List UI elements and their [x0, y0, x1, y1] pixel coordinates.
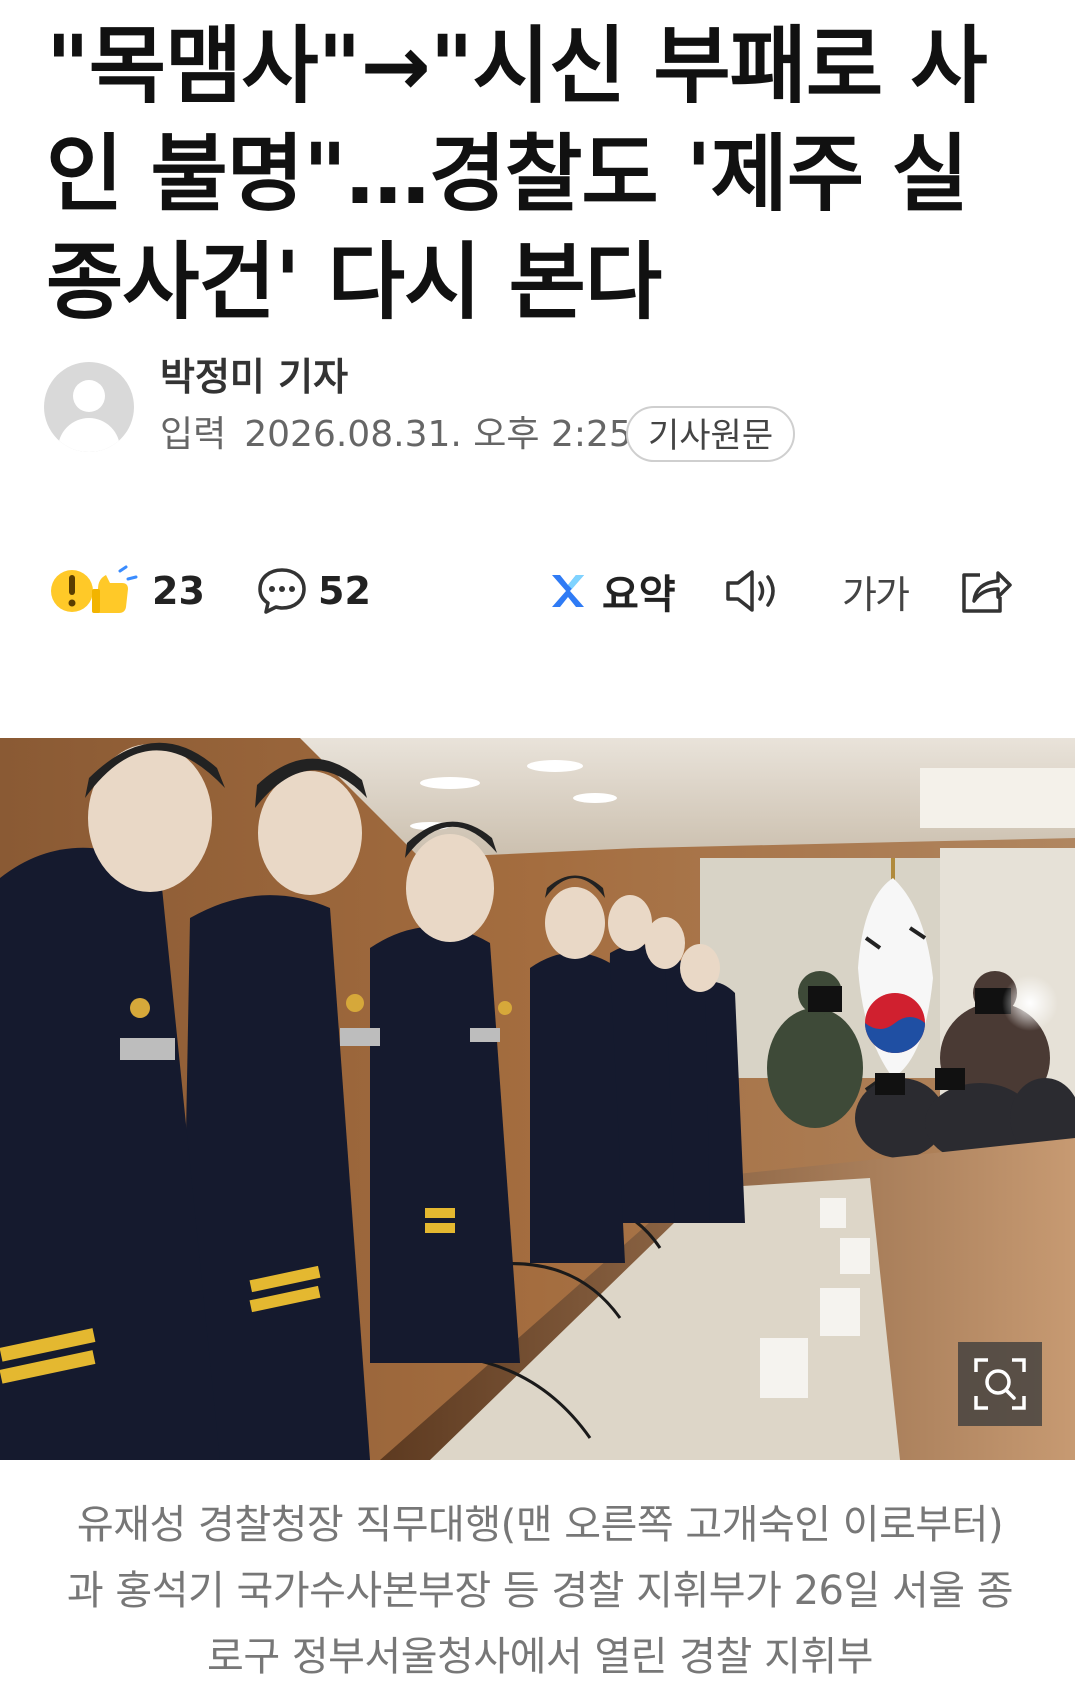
photo-caption: 유재성 경찰청장 직무대행(맨 오른쪽 고개숙인 이로부터)과 홍석기 국가수사… [66, 1502, 1014, 1680]
comment-button[interactable]: 52 [256, 556, 371, 626]
byline: 박정미 기자 입력 2026.08.31. 오후 2:25 기사원문 [44, 352, 1044, 462]
original-article-button[interactable]: 기사원문 [626, 406, 796, 462]
reporter-name[interactable]: 박정미 기자 [160, 352, 348, 402]
article-action-bar: 23 52 요약 가가 [0, 556, 1080, 626]
share-button[interactable] [958, 556, 1014, 626]
summary-label: 요약 [602, 572, 676, 618]
tts-button[interactable] [724, 556, 784, 626]
publish-date: 입력 2026.08.31. 오후 2:25 [160, 410, 632, 460]
article-title: "목맴사"→"시신 부패로 사인 불명"…경찰도 '제주 실종사건' 다시 본다 [46, 17, 988, 331]
zoom-search-icon [974, 1358, 1026, 1410]
reporter-avatar[interactable] [44, 362, 134, 452]
reaction-button[interactable]: 23 [50, 556, 205, 626]
date-value: 2026.08.31. 오후 2:25 [244, 414, 632, 455]
comment-bubble-icon [258, 568, 306, 614]
summary-button[interactable]: 요약 [546, 556, 676, 626]
comment-count: 52 [318, 569, 371, 613]
share-icon [962, 571, 1012, 613]
press-conference-photo [0, 738, 1075, 1460]
font-size-button[interactable]: 가가 [842, 556, 910, 626]
photo-zoom-button[interactable] [958, 1342, 1042, 1426]
reaction-emoji-icon [51, 565, 138, 613]
date-label: 입력 [160, 414, 227, 455]
reaction-count: 23 [152, 569, 205, 613]
ai-summary-icon [552, 575, 584, 607]
font-size-icon: 가가 [842, 572, 910, 617]
speaker-icon [726, 570, 775, 612]
article-photo[interactable] [0, 738, 1075, 1460]
